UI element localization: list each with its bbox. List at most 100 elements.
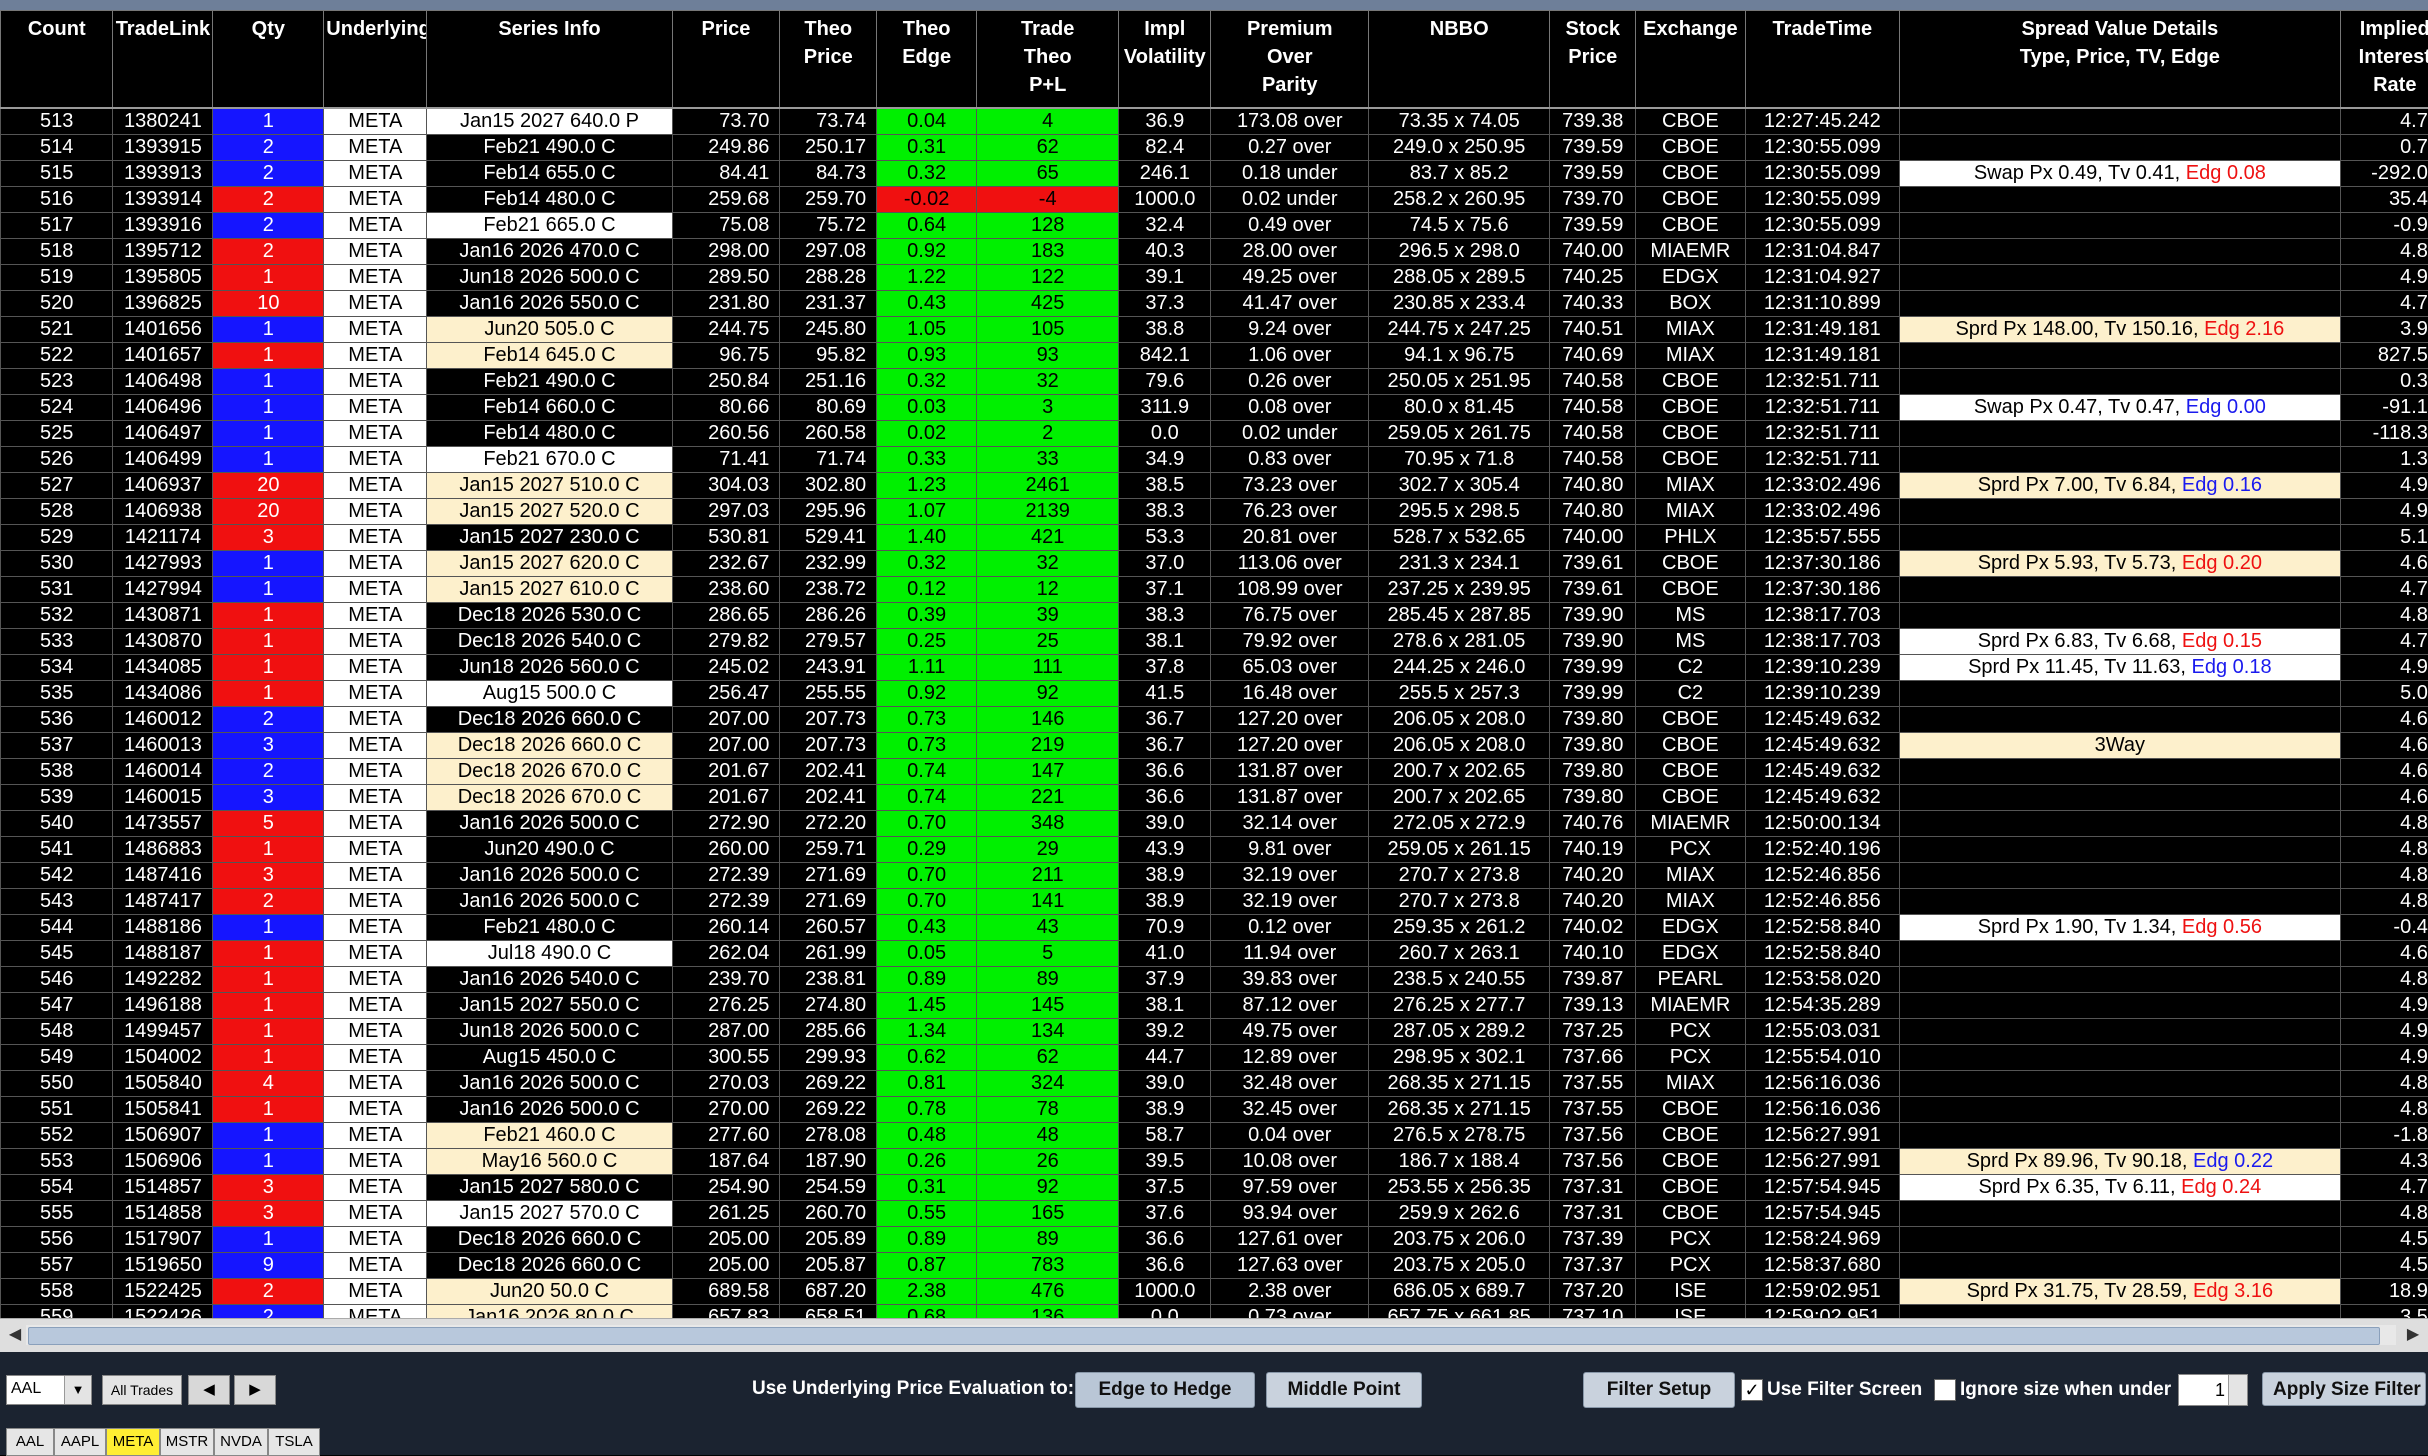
table-row[interactable]: 54514881871METAJul18 490.0 C262.04261.99… — [1, 941, 2428, 967]
column-header[interactable]: Count — [1, 11, 113, 109]
table-row[interactable]: 55715196509METADec18 2026 660.0 C205.002… — [1, 1253, 2428, 1279]
table-row[interactable]: 54814994571METAJun18 2026 500.0 C287.002… — [1, 1019, 2428, 1045]
table-row[interactable]: 53914600153METADec18 2026 670.0 C201.672… — [1, 785, 2428, 811]
spread-details-cell — [1900, 1201, 2340, 1227]
column-header[interactable]: Spread Value Details Type, Price, TV, Ed… — [1900, 11, 2340, 109]
table-row[interactable]: 51713939162METAFeb21 665.0 C75.0875.720.… — [1, 213, 2428, 239]
qty-cell: 1 — [213, 108, 324, 135]
table-row[interactable]: 51413939152METAFeb21 490.0 C249.86250.17… — [1, 135, 2428, 161]
scroll-left-icon[interactable]: ◀ — [4, 1323, 26, 1347]
table-row[interactable]: 54314874172METAJan16 2026 500.0 C272.392… — [1, 889, 2428, 915]
table-row[interactable]: 55515148583METAJan15 2027 570.0 C261.252… — [1, 1201, 2428, 1227]
column-header[interactable]: TradeTime — [1745, 11, 1900, 109]
edge-to-hedge-button[interactable]: Edge to Hedge — [1075, 1372, 1255, 1408]
table-row[interactable]: 55915224262METAJan16 2026 80.0 C657.8365… — [1, 1305, 2428, 1319]
table-row[interactable]: 55215069071METAFeb21 460.0 C277.60278.08… — [1, 1123, 2428, 1149]
count-cell: 536 — [1, 707, 113, 733]
tab-aal[interactable]: AAL — [6, 1428, 54, 1456]
series-cell: Jan16 2026 500.0 C — [427, 1097, 672, 1123]
theo-pnl-cell: 89 — [977, 1227, 1119, 1253]
table-row[interactable]: 52214016571METAFeb14 645.0 C96.7595.820.… — [1, 343, 2428, 369]
middle-point-button[interactable]: Middle Point — [1266, 1372, 1422, 1408]
tab-aapl[interactable]: AAPL — [54, 1428, 106, 1456]
column-header[interactable]: Price — [672, 11, 780, 109]
spinner-arrows-icon[interactable] — [2228, 1375, 2247, 1405]
table-row[interactable]: 51513939132METAFeb14 655.0 C84.4184.730.… — [1, 161, 2428, 187]
table-row[interactable]: 53114279941METAJan15 2027 610.0 C238.602… — [1, 577, 2428, 603]
column-header[interactable]: Stock Price — [1550, 11, 1636, 109]
column-header[interactable]: Premium Over Parity — [1211, 11, 1369, 109]
table-row[interactable]: 55115058411METAJan16 2026 500.0 C270.002… — [1, 1097, 2428, 1123]
table-row[interactable]: 54915040021METAAug15 450.0 C300.55299.93… — [1, 1045, 2428, 1071]
tab-tsla[interactable]: TSLA — [268, 1428, 320, 1456]
size-spinner[interactable]: 1 — [2178, 1374, 2248, 1406]
table-row[interactable]: 55015058404METAJan16 2026 500.0 C270.032… — [1, 1071, 2428, 1097]
table-row[interactable]: 52314064981METAFeb21 490.0 C250.84251.16… — [1, 369, 2428, 395]
trade-time-cell: 12:52:46.856 — [1745, 863, 1900, 889]
table-row[interactable]: 52914211743METAJan15 2027 230.0 C530.815… — [1, 525, 2428, 551]
column-header[interactable]: Underlying — [324, 11, 427, 109]
trades-grid-container[interactable]: CountTradeLinkQtyUnderlyingSeries InfoPr… — [0, 10, 2428, 1318]
table-row[interactable]: 55315069061METAMay16 560.0 C187.64187.90… — [1, 1149, 2428, 1175]
nav-right-icon[interactable]: ▶ — [234, 1375, 276, 1405]
column-header[interactable]: Theo Price — [780, 11, 877, 109]
table-row[interactable]: 52614064991METAFeb21 670.0 C71.4171.740.… — [1, 447, 2428, 473]
table-row[interactable]: 51813957122METAJan16 2026 470.0 C298.002… — [1, 239, 2428, 265]
interest-rate-cell: 4.85 — [2340, 1097, 2428, 1123]
scroll-right-icon[interactable]: ▶ — [2402, 1323, 2424, 1347]
table-row[interactable]: 54214874163METAJan16 2026 500.0 C272.392… — [1, 863, 2428, 889]
table-row[interactable]: 51613939142METAFeb14 480.0 C259.68259.70… — [1, 187, 2428, 213]
table-row[interactable]: 54714961881METAJan15 2027 550.0 C276.252… — [1, 993, 2428, 1019]
table-row[interactable]: 55615179071METADec18 2026 660.0 C205.002… — [1, 1227, 2428, 1253]
table-row[interactable]: 51313802411METAJan15 2027 640.0 P73.7073… — [1, 108, 2428, 135]
table-row[interactable]: 53614600122METADec18 2026 660.0 C207.002… — [1, 707, 2428, 733]
chevron-down-icon[interactable]: ▼ — [64, 1376, 91, 1404]
apply-size-filter-button[interactable]: Apply Size Filter — [2262, 1372, 2426, 1406]
table-row[interactable]: 53714600133METADec18 2026 660.0 C207.002… — [1, 733, 2428, 759]
column-header[interactable]: Exchange — [1636, 11, 1745, 109]
table-row[interactable]: 55815224252METAJun20 50.0 C689.58687.202… — [1, 1279, 2428, 1305]
table-row[interactable]: 520139682510METAJan16 2026 550.0 C231.80… — [1, 291, 2428, 317]
column-header[interactable]: Qty — [213, 11, 324, 109]
underlying-cell: META — [324, 681, 427, 707]
column-header[interactable]: Trade Theo P+L — [977, 11, 1119, 109]
table-row[interactable]: 52414064961METAFeb14 660.0 C80.6680.690.… — [1, 395, 2428, 421]
filter-setup-button[interactable]: Filter Setup — [1583, 1372, 1735, 1408]
scroll-thumb[interactable] — [28, 1327, 2380, 1345]
tab-mstr[interactable]: MSTR — [160, 1428, 214, 1456]
trade-time-cell: 12:35:57.555 — [1745, 525, 1900, 551]
table-row[interactable]: 51913958051METAJun18 2026 500.0 C289.502… — [1, 265, 2428, 291]
tab-nvda[interactable]: NVDA — [214, 1428, 268, 1456]
table-row[interactable]: 54414881861METAFeb21 480.0 C260.14260.57… — [1, 915, 2428, 941]
column-header[interactable]: Theo Edge — [877, 11, 977, 109]
use-filter-checkbox[interactable]: ✓ — [1741, 1379, 1763, 1401]
column-header[interactable]: Implied Interest Rate — [2340, 11, 2428, 109]
table-row[interactable]: 52114016561METAJun20 505.0 C244.75245.80… — [1, 317, 2428, 343]
column-header[interactable]: TradeLink — [113, 11, 213, 109]
tab-meta[interactable]: META — [106, 1428, 160, 1456]
horizontal-scrollbar[interactable]: ◀ ▶ — [0, 1318, 2428, 1353]
table-row[interactable]: 55415148573METAJan15 2027 580.0 C254.902… — [1, 1175, 2428, 1201]
trade-filter-button[interactable]: All Trades — [102, 1375, 182, 1405]
table-row[interactable]: 54614922821METAJan16 2026 540.0 C239.702… — [1, 967, 2428, 993]
table-row[interactable]: 53814600142METADec18 2026 670.0 C201.672… — [1, 759, 2428, 785]
table-row[interactable]: 53414340851METAJun18 2026 560.0 C245.022… — [1, 655, 2428, 681]
interest-rate-cell: 4.82 — [2340, 863, 2428, 889]
table-row[interactable]: 54114868831METAJun20 490.0 C260.00259.71… — [1, 837, 2428, 863]
column-header[interactable]: NBBO — [1369, 11, 1550, 109]
table-row[interactable]: 52514064971METAFeb14 480.0 C260.56260.58… — [1, 421, 2428, 447]
table-row[interactable]: 53014279931METAJan15 2027 620.0 C232.672… — [1, 551, 2428, 577]
table-row[interactable]: 54014735575METAJan16 2026 500.0 C272.902… — [1, 811, 2428, 837]
nav-left-icon[interactable]: ◀ — [188, 1375, 230, 1405]
table-row[interactable]: 53314308701METADec18 2026 540.0 C279.822… — [1, 629, 2428, 655]
table-row[interactable]: 53214308711METADec18 2026 530.0 C286.652… — [1, 603, 2428, 629]
ignore-size-checkbox[interactable] — [1934, 1379, 1956, 1401]
nbbo-cell: 295.5 x 298.5 — [1369, 499, 1550, 525]
spread-edge: Edg 3.16 — [2193, 1280, 2273, 1302]
table-row[interactable]: 528140693820METAJan15 2027 520.0 C297.03… — [1, 499, 2428, 525]
column-header[interactable]: Series Info — [427, 11, 672, 109]
table-row[interactable]: 53514340861METAAug15 500.0 C256.47255.55… — [1, 681, 2428, 707]
column-header[interactable]: Impl Volatility — [1119, 11, 1211, 109]
table-row[interactable]: 527140693720METAJan15 2027 510.0 C304.03… — [1, 473, 2428, 499]
symbol-combo[interactable]: AAL ▼ — [6, 1375, 92, 1405]
